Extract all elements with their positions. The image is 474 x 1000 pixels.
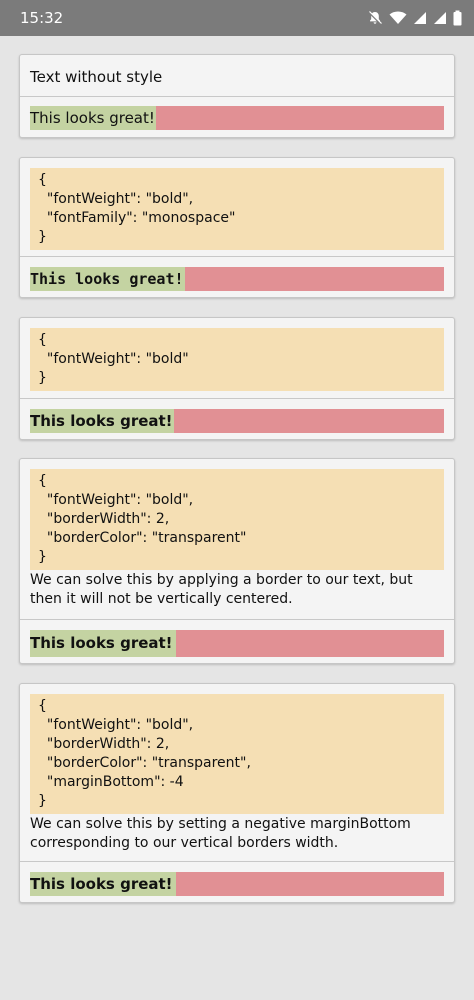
- demo-text: This looks great!: [30, 409, 174, 433]
- card-header: { "fontWeight": "bold" }: [20, 318, 454, 398]
- card-description: We can solve this by applying a border t…: [30, 572, 413, 607]
- example-card-bold: { "fontWeight": "bold" } This looks grea…: [19, 317, 455, 440]
- demo-container: This looks great!: [30, 872, 444, 896]
- demo-container: This looks great!: [30, 106, 444, 130]
- demo-text: This looks great!: [30, 630, 176, 657]
- example-card-monospace: { "fontWeight": "bold", "fontFamily": "m…: [19, 157, 455, 298]
- style-code-block: { "fontWeight": "bold", "borderWidth": 2…: [30, 694, 444, 814]
- demo-container: This looks great!: [30, 630, 444, 657]
- card-demo-area: This looks great!: [20, 398, 454, 439]
- card-header: { "fontWeight": "bold", "borderWidth": 2…: [20, 684, 454, 861]
- status-icons: [367, 10, 462, 26]
- demo-container: This looks great!: [30, 267, 444, 291]
- card-demo-area: This looks great!: [20, 96, 454, 137]
- style-code-block: { "fontWeight": "bold", "fontFamily": "m…: [30, 168, 444, 250]
- notifications-off-icon: [367, 10, 383, 26]
- card-demo-area: This looks great!: [20, 256, 454, 297]
- status-time: 15:32: [20, 9, 64, 27]
- signal-icon: [413, 11, 427, 25]
- style-code-block: { "fontWeight": "bold" }: [30, 328, 444, 391]
- card-header: { "fontWeight": "bold", "borderWidth": 2…: [20, 459, 454, 619]
- battery-icon: [453, 10, 462, 26]
- demo-text: This looks great!: [30, 106, 156, 130]
- card-demo-area: This looks great!: [20, 861, 454, 902]
- example-card-plain: Text without style This looks great!: [19, 54, 455, 138]
- card-title: Text without style: [30, 68, 163, 86]
- style-code-block: { "fontWeight": "bold", "borderWidth": 2…: [30, 469, 444, 570]
- card-description: We can solve this by setting a negative …: [30, 816, 411, 851]
- demo-text: This looks great!: [30, 267, 185, 291]
- card-header: Text without style: [20, 55, 454, 96]
- card-demo-area: This looks great!: [20, 619, 454, 663]
- wifi-icon: [389, 10, 407, 26]
- status-bar: 15:32: [0, 0, 474, 36]
- demo-container: This looks great!: [30, 409, 444, 433]
- example-card-border: { "fontWeight": "bold", "borderWidth": 2…: [19, 458, 455, 664]
- signal-icon-2: [433, 11, 447, 25]
- demo-text: This looks great!: [30, 872, 176, 896]
- card-header: { "fontWeight": "bold", "fontFamily": "m…: [20, 158, 454, 256]
- example-card-margin-bottom: { "fontWeight": "bold", "borderWidth": 2…: [19, 683, 455, 903]
